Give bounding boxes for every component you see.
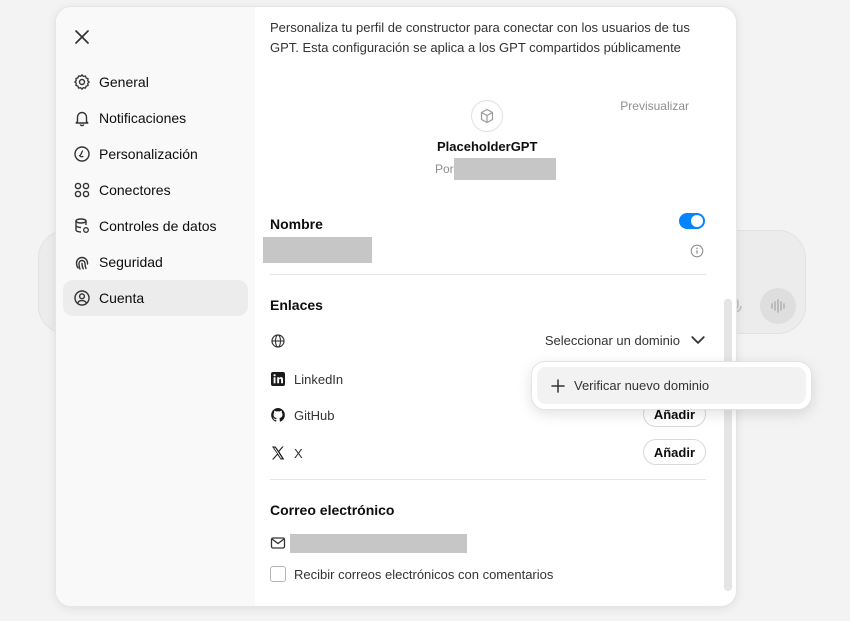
website-row: Seleccionar un dominio [270,327,706,355]
checkbox-label: Recibir correos electrónicos con comenta… [294,566,554,582]
domain-dropdown-menu: Verificar nuevo dominio [531,361,812,410]
mail-icon [270,537,286,549]
waveform-icon [771,299,785,313]
link-label: X [294,445,303,461]
gear-icon [74,74,90,90]
preview-label: Previsualizar [620,99,689,113]
sidebar-item-general[interactable]: General [63,64,248,100]
gpt-author: Por [435,158,556,180]
author-prefix: Por [435,162,454,176]
account-panel: Personaliza tu perfil de constructor par… [255,7,736,606]
sidebar-item-connectors[interactable]: Conectores [63,172,248,208]
globe-icon [271,334,285,348]
add-x-button[interactable]: Añadir [642,439,706,465]
sidebar-item-label: General [99,74,149,90]
personalization-icon [74,146,90,162]
info-icon[interactable] [690,244,704,258]
settings-modal: General Notificaciones Personalización C… [55,6,737,607]
email-section-title: Correo electrónico [270,502,395,518]
settings-sidebar: General Notificaciones Personalización C… [56,7,255,606]
divider [270,274,706,275]
sidebar-item-notifications[interactable]: Notificaciones [63,100,248,136]
email-row [270,529,706,557]
name-visibility-toggle[interactable] [679,213,705,229]
link-label: GitHub [294,407,335,423]
sidebar-item-label: Cuenta [99,290,145,306]
sidebar-item-label: Controles de datos [99,218,217,234]
x-icon [272,446,285,460]
bell-icon [75,111,89,127]
feedback-email-checkbox[interactable] [270,566,286,582]
verify-new-domain-option[interactable]: Verificar nuevo dominio [537,367,806,404]
fingerprint-icon [75,256,89,270]
redacted-author-name [453,158,556,180]
builder-profile-intro: Personaliza tu perfil de constructor par… [270,20,690,55]
sidebar-item-account[interactable]: Cuenta [63,280,248,316]
sidebar-item-label: Notificaciones [99,110,187,126]
close-icon [75,30,89,44]
sidebar-item-label: Personalización [99,146,198,162]
chevron-down-icon [691,336,705,344]
domain-select-label: Seleccionar un dominio [544,332,680,348]
sidebar-item-label: Seguridad [99,254,163,270]
redacted-name [263,237,372,263]
x-row: X Añadir [270,439,706,467]
divider [270,479,706,480]
plus-icon [551,378,565,393]
linkedin-icon [271,372,285,386]
links-section-title: Enlaces [270,297,323,313]
voice-mode-button [760,288,796,324]
cube-icon [480,108,494,124]
user-circle-icon [74,290,90,306]
sidebar-item-data-controls[interactable]: Controles de datos [63,208,248,244]
database-icon [75,218,89,233]
name-section-title: Nombre [270,216,323,232]
gpt-name: PlaceholderGPT [437,139,538,154]
gpt-avatar [471,100,503,132]
link-label: LinkedIn [294,371,344,387]
redacted-email [290,533,467,553]
sidebar-item-label: Conectores [99,182,171,198]
sidebar-item-personalization[interactable]: Personalización [63,136,248,172]
sidebar-item-security[interactable]: Seguridad [63,244,248,280]
connectors-icon [74,182,90,198]
scrollbar[interactable] [724,299,732,591]
domain-select[interactable]: Seleccionar un dominio [545,332,706,348]
feedback-email-option: Recibir correos electrónicos con comenta… [270,560,706,588]
github-icon [271,408,285,422]
dropdown-item-label: Verificar nuevo dominio [574,378,710,393]
close-button[interactable] [70,25,94,49]
settings-nav: General Notificaciones Personalización C… [63,64,248,316]
